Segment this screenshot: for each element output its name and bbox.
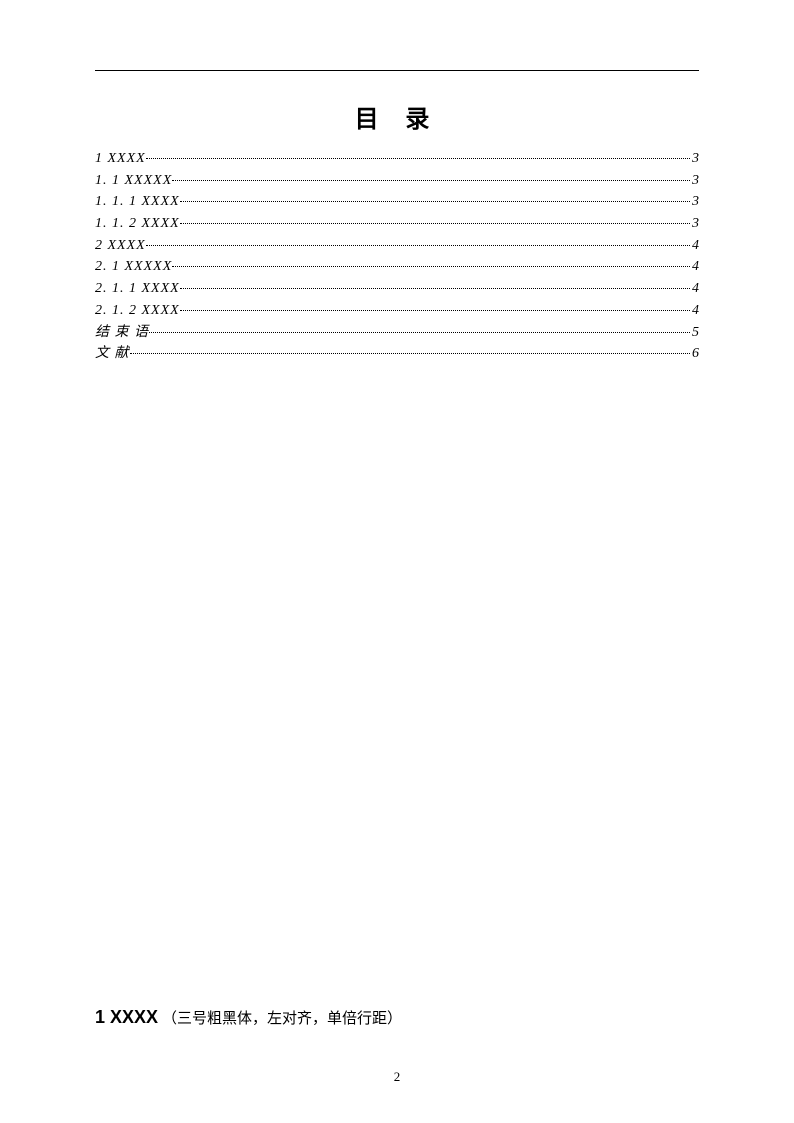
toc-entry-page: 4 [692, 235, 699, 257]
toc-entry-label: 文 献 [95, 343, 130, 365]
toc-entry-page: 3 [692, 213, 699, 235]
toc-entry-page: 5 [692, 322, 699, 344]
document-page: 目 录 1 XXXX 3 1. 1 XXXXX 3 1. 1. 1 XXXX 3… [0, 0, 794, 1123]
toc-entry-page: 4 [692, 256, 699, 278]
toc-entry-label: 1. 1. 1 XXXX [95, 191, 180, 213]
toc-leader-dots [130, 353, 691, 354]
toc-leader-dots [180, 288, 690, 289]
toc-entry: 2. 1 XXXXX 4 [95, 256, 699, 278]
toc-entry-page: 3 [692, 170, 699, 192]
toc-entry: 1. 1 XXXXX 3 [95, 170, 699, 192]
section-heading-note: （三号粗黑体，左对齐，单倍行距） [162, 1011, 402, 1027]
toc-entry-label: 2. 1. 1 XXXX [95, 278, 180, 300]
toc-list: 1 XXXX 3 1. 1 XXXXX 3 1. 1. 1 XXXX 3 1. … [95, 148, 699, 365]
toc-leader-dots [172, 266, 690, 267]
toc-entry: 1. 1. 1 XXXX 3 [95, 191, 699, 213]
toc-entry-label: 1 XXXX [95, 148, 146, 170]
toc-entry: 结 束 语 5 [95, 322, 699, 344]
toc-entry-label: 结 束 语 [95, 322, 149, 344]
toc-leader-dots [180, 201, 690, 202]
toc-title: 目 录 [95, 99, 699, 134]
toc-entry-label: 2. 1 XXXXX [95, 256, 172, 278]
toc-leader-dots [149, 332, 690, 333]
toc-leader-dots [180, 223, 690, 224]
toc-entry: 1 XXXX 3 [95, 148, 699, 170]
toc-entry: 文 献 6 [95, 343, 699, 365]
toc-entry-page: 3 [692, 191, 699, 213]
section-heading: 1 XXXX [95, 1007, 158, 1027]
page-number: 2 [0, 1069, 794, 1085]
toc-entry-page: 4 [692, 278, 699, 300]
header-rule [95, 70, 699, 71]
toc-entry-label: 2. 1. 2 XXXX [95, 300, 180, 322]
toc-leader-dots [146, 245, 690, 246]
toc-entry: 2. 1. 2 XXXX 4 [95, 300, 699, 322]
toc-entry-label: 1. 1 XXXXX [95, 170, 172, 192]
toc-entry: 2 XXXX 4 [95, 235, 699, 257]
toc-entry: 2. 1. 1 XXXX 4 [95, 278, 699, 300]
toc-leader-dots [172, 180, 690, 181]
toc-entry-label: 2 XXXX [95, 235, 146, 257]
section-heading-block: 1 XXXX （三号粗黑体，左对齐，单倍行距） [95, 1007, 402, 1028]
toc-entry: 1. 1. 2 XXXX 3 [95, 213, 699, 235]
toc-leader-dots [180, 310, 690, 311]
toc-entry-page: 4 [692, 300, 699, 322]
toc-entry-label: 1. 1. 2 XXXX [95, 213, 180, 235]
toc-leader-dots [146, 158, 690, 159]
toc-entry-page: 3 [692, 148, 699, 170]
toc-entry-page: 6 [692, 343, 699, 365]
